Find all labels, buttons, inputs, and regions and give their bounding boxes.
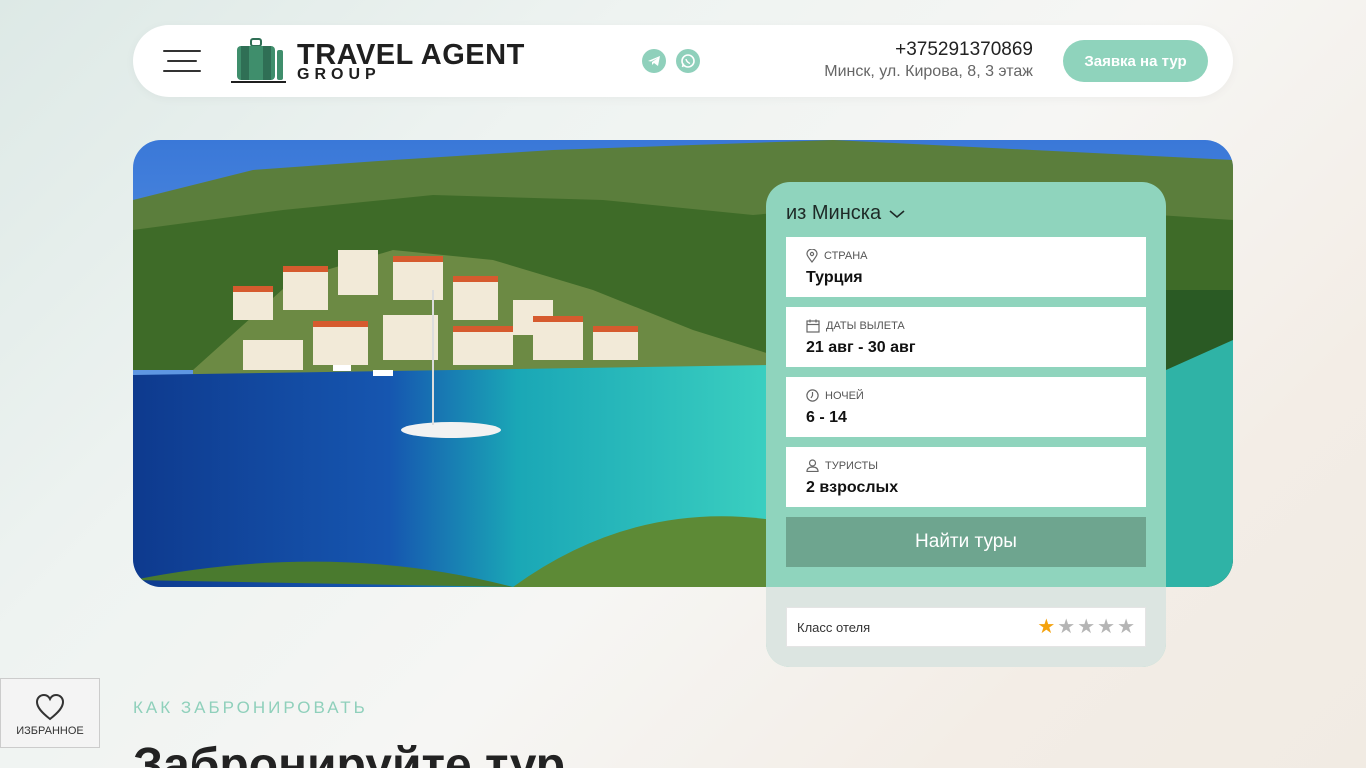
menu-icon[interactable]: [163, 50, 203, 72]
hotel-class-stars: ★ ★ ★ ★ ★: [1037, 617, 1135, 637]
tour-request-button[interactable]: Заявка на тур: [1063, 40, 1208, 82]
section-eyebrow: КАК ЗАБРОНИРОВАТЬ: [133, 698, 368, 717]
nights-label: Ночей: [825, 389, 864, 402]
calendar-icon: [806, 319, 820, 333]
country-field[interactable]: Страна Турция: [786, 237, 1146, 297]
user-icon: [806, 459, 819, 472]
star-icon-1[interactable]: ★: [1037, 617, 1055, 637]
departure-dates-field[interactable]: Даты вылета 21 авг - 30 авг: [786, 307, 1146, 367]
star-icon-2[interactable]: ★: [1057, 617, 1075, 637]
departure-dates-label: Даты вылета: [826, 320, 905, 332]
phone-number[interactable]: +375291370869: [895, 39, 1033, 61]
office-address: Минск, ул. Кирова, 8, 3 этаж: [824, 63, 1033, 80]
clock-icon: [806, 389, 819, 402]
favorites-button[interactable]: ИЗБРАННОЕ: [0, 678, 100, 748]
departure-city-label: из Минска: [786, 202, 882, 224]
tourists-label: Туристы: [825, 459, 878, 472]
chevron-down-icon: [889, 209, 905, 218]
find-tours-button[interactable]: Найти туры: [786, 517, 1146, 567]
tour-search-panel: из Минска Страна Турция Даты вылета 21 а…: [766, 182, 1166, 667]
star-icon-4[interactable]: ★: [1097, 617, 1115, 637]
departure-city-select[interactable]: из Минска: [786, 202, 905, 225]
heart-icon: [35, 693, 65, 721]
suitcase-logo-icon: [231, 38, 286, 83]
whatsapp-icon[interactable]: [676, 49, 700, 73]
nights-value: 6 - 14: [806, 409, 847, 426]
country-label: Страна: [824, 250, 868, 262]
tourists-field[interactable]: Туристы 2 взрослых: [786, 447, 1146, 507]
hotel-class-filter: Класс отеля ★ ★ ★ ★ ★: [786, 607, 1146, 647]
telegram-icon[interactable]: [642, 49, 666, 73]
star-icon-5[interactable]: ★: [1117, 617, 1135, 637]
departure-dates-value: 21 авг - 30 авг: [806, 339, 916, 356]
star-icon-3[interactable]: ★: [1077, 617, 1095, 637]
section-title: Забронируйте тур: [133, 739, 566, 768]
logo-subtitle: GROUP: [297, 66, 381, 83]
logo[interactable]: TRAVEL AGENT GROUP: [231, 38, 524, 84]
location-pin-icon: [806, 249, 818, 263]
favorites-label: ИЗБРАННОЕ: [16, 725, 84, 737]
hotel-class-label: Класс отеля: [797, 620, 871, 635]
site-header: TRAVEL AGENT GROUP +375291370869 Минск, …: [133, 25, 1233, 97]
tourists-value: 2 взрослых: [806, 479, 899, 496]
country-value: Турция: [806, 269, 863, 286]
nights-field[interactable]: Ночей 6 - 14: [786, 377, 1146, 437]
